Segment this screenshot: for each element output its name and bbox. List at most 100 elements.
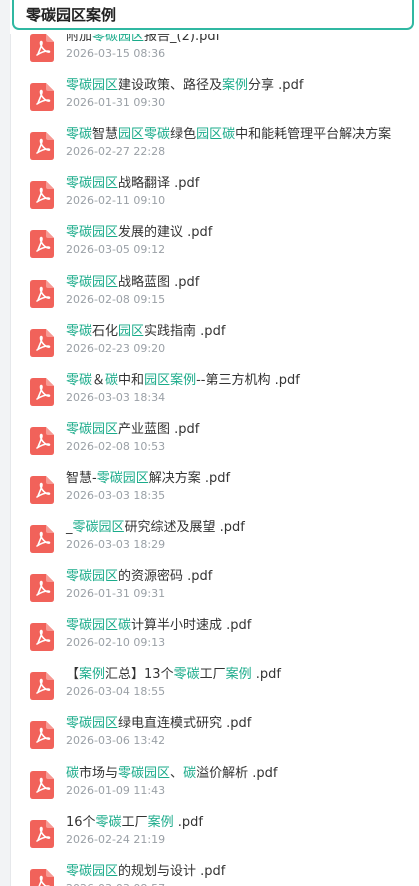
- file-name-text: 中和能耗管理平台解决方案: [235, 127, 392, 143]
- file-list-item[interactable]: 附加零碳园区报告_(2).pdf 2026-03-15 08:36: [10, 28, 419, 68]
- pdf-file-icon: [30, 83, 54, 112]
- file-date: 2026-02-10 09:13: [66, 636, 166, 650]
- file-list-item[interactable]: 零碳园区的资源密码 .pdf 2026-01-31 09:31: [10, 568, 419, 608]
- file-list-item[interactable]: 零碳石化园区实践指南 .pdf 2026-02-23 09:20: [10, 323, 419, 363]
- file-name: 智慧-零碳园区解决方案 .pdf: [66, 470, 416, 488]
- file-list-item[interactable]: 零碳园区碳计算半小时速成 .pdf 2026-02-10 09:13: [10, 617, 419, 657]
- keyword-highlight: 案例: [225, 667, 252, 683]
- file-list-item[interactable]: 零碳＆碳中和园区案例--第三方机构 .pdf 2026-03-03 18:34: [10, 372, 419, 412]
- pdf-file-icon: [30, 475, 54, 504]
- keyword-highlight: 园区: [118, 323, 145, 339]
- pdf-file-icon: [30, 34, 54, 62]
- pdf-file-icon: [30, 525, 54, 553]
- keyword-highlight: 案例: [222, 78, 249, 94]
- file-list-item[interactable]: 零碳园区发展的建议 .pdf 2026-03-05 09:12: [10, 224, 419, 264]
- pdf-file-icon: [30, 328, 54, 357]
- file-list: 附加零碳园区报告_(2).pdf 2026-03-15 08:36 零碳园区建设政策…: [10, 0, 419, 886]
- keyword-highlight: 零碳园区: [66, 421, 119, 437]
- file-date: 2026-03-05 09:12: [66, 243, 166, 257]
- file-date: 2026-03-15 08:36: [66, 47, 166, 60]
- keyword-highlight: 零碳园区: [66, 716, 119, 732]
- keyword-highlight: 零碳: [66, 323, 93, 339]
- pdf-file-icon: [30, 721, 54, 750]
- file-name: 16个零碳工厂案例 .pdf: [66, 814, 416, 832]
- pdf-file-icon: [30, 672, 54, 701]
- file-list-item[interactable]: 碳市场与零碳园区、碳溢价解析 .pdf 2026-01-09 11:43: [10, 765, 419, 805]
- keyword-highlight: 零碳园区: [66, 225, 119, 241]
- pdf-file-icon: [30, 181, 54, 210]
- pdf-file-icon: [30, 279, 54, 308]
- file-list-item[interactable]: 零碳园区产业蓝图 .pdf 2026-02-08 10:53: [10, 421, 419, 461]
- file-list-item[interactable]: 零碳园区绿电直连模式研究 .pdf 2026-03-06 13:42: [10, 715, 419, 755]
- keyword-highlight: 园区案例: [144, 372, 197, 388]
- keyword-highlight: 零碳园区: [66, 78, 119, 94]
- file-date: 2026-02-23 09:20: [66, 341, 166, 355]
- keyword-highlight: 零碳园区碳: [66, 618, 132, 634]
- file-name-text: 16个: [66, 814, 96, 830]
- pdf-file-icon: [30, 770, 54, 799]
- file-name-text: 战略翻译 .pdf: [118, 176, 200, 192]
- file-name: 零碳＆碳中和园区案例--第三方机构 .pdf: [66, 372, 416, 390]
- pdf-file-icon: [30, 426, 54, 455]
- file-name: 零碳园区建设政策、路径及案例分享 .pdf: [66, 77, 416, 95]
- file-name-text: 计算半小时速成 .pdf: [131, 618, 252, 634]
- keyword-highlight: 园区: [118, 127, 145, 143]
- pdf-file-icon: [30, 377, 54, 406]
- file-date: 2026-02-24 21:19: [66, 832, 166, 846]
- file-name: 零碳园区碳计算半小时速成 .pdf: [66, 617, 416, 635]
- keyword-highlight: 碳: [183, 765, 197, 781]
- keyword-highlight: 零碳: [66, 127, 93, 143]
- file-list-item[interactable]: 零碳园区建设政策、路径及案例分享 .pdf 2026-01-31 09:30: [10, 77, 419, 117]
- file-date: 2026-02-08 09:15: [66, 292, 166, 306]
- keyword-highlight: 案例: [79, 667, 106, 683]
- file-date: 2026-03-04 18:55: [66, 685, 166, 699]
- file-name-text: 石化: [92, 323, 119, 339]
- file-name-text: 汇总】13个: [105, 667, 174, 683]
- keyword-highlight: 案例: [147, 814, 174, 830]
- keyword-highlight: 零碳园区: [118, 765, 171, 781]
- file-name-text: 溢价解析 .pdf: [196, 765, 278, 781]
- file-name-text: .pdf: [173, 814, 203, 830]
- file-list-item[interactable]: 零碳园区的规划与设计 .pdf2026-03-03 08:57: [10, 863, 419, 886]
- file-name-text: 市场与: [79, 765, 119, 781]
- file-name-text: 建设政策、路径及: [118, 78, 223, 94]
- file-date: 2026-03-03 18:35: [66, 488, 166, 502]
- file-name: _零碳园区研究综述及展望 .pdf: [66, 519, 416, 537]
- file-name-text: 工厂: [121, 814, 148, 830]
- file-name-text: 、: [170, 765, 184, 781]
- file-name-text: 绿色: [170, 127, 197, 143]
- file-date: 2026-03-06 13:42: [66, 734, 166, 748]
- file-name-text: .pdf: [251, 667, 281, 683]
- pdf-file-icon: [30, 819, 54, 848]
- keyword-highlight: 零碳园区: [66, 274, 119, 290]
- file-name: 零碳园区产业蓝图 .pdf: [66, 421, 416, 439]
- file-list-item[interactable]: _零碳园区研究综述及展望 .pdf 2026-03-03 18:29: [10, 519, 419, 559]
- pdf-file-icon: [30, 132, 54, 161]
- file-name-text: 智慧: [92, 127, 119, 143]
- pdf-file-icon: [30, 230, 54, 259]
- file-name-text: 战略蓝图 .pdf: [118, 274, 200, 290]
- file-name-text: 绿电直连模式研究 .pdf: [118, 716, 252, 732]
- file-date: 2026-01-31 09:31: [66, 587, 166, 601]
- keyword-highlight: 碳: [222, 127, 236, 143]
- pdf-file-icon: [30, 868, 54, 886]
- file-list-item[interactable]: 16个零碳工厂案例 .pdf 2026-02-24 21:19: [10, 814, 419, 854]
- file-list-item[interactable]: 零碳园区战略翻译 .pdf 2026-02-11 09:10: [10, 175, 419, 215]
- keyword-highlight: 零碳: [95, 814, 122, 830]
- file-date: 2026-02-08 10:53: [66, 439, 166, 453]
- file-list-item[interactable]: 智慧-零碳园区解决方案 .pdf 2026-03-03 18:35: [10, 470, 419, 510]
- file-name: 【案例汇总】13个零碳工厂案例 .pdf: [66, 666, 416, 684]
- file-name-text: 的规划与设计 .pdf: [118, 863, 226, 879]
- keyword-highlight: 零碳园区: [96, 470, 149, 486]
- file-name: 零碳园区绿电直连模式研究 .pdf: [66, 715, 416, 733]
- keyword-highlight: 零碳园区: [72, 520, 125, 535]
- file-list-item[interactable]: 零碳智慧园区零碳绿色园区碳中和能耗管理平台解决方案 2026-02-27 22:2…: [10, 126, 419, 166]
- file-list-item[interactable]: 【案例汇总】13个零碳工厂案例 .pdf 2026-03-04 18:55: [10, 666, 419, 706]
- file-name: 零碳智慧园区零碳绿色园区碳中和能耗管理平台解决方案: [66, 126, 416, 144]
- file-name: 零碳石化园区实践指南 .pdf: [66, 323, 416, 341]
- file-list-item[interactable]: 零碳园区战略蓝图 .pdf 2026-02-08 09:15: [10, 274, 419, 314]
- file-name-text: 中和: [118, 372, 145, 388]
- keyword-highlight: 零碳园区: [66, 569, 119, 585]
- search-input[interactable]: [12, 0, 414, 30]
- search-bar: [10, 0, 419, 34]
